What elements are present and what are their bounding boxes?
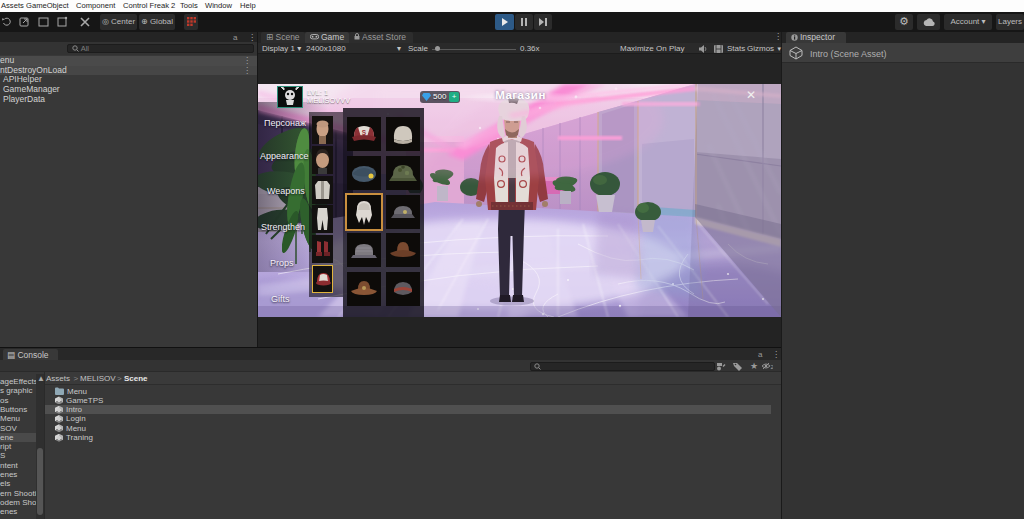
svg-text:S: S bbox=[362, 129, 367, 136]
